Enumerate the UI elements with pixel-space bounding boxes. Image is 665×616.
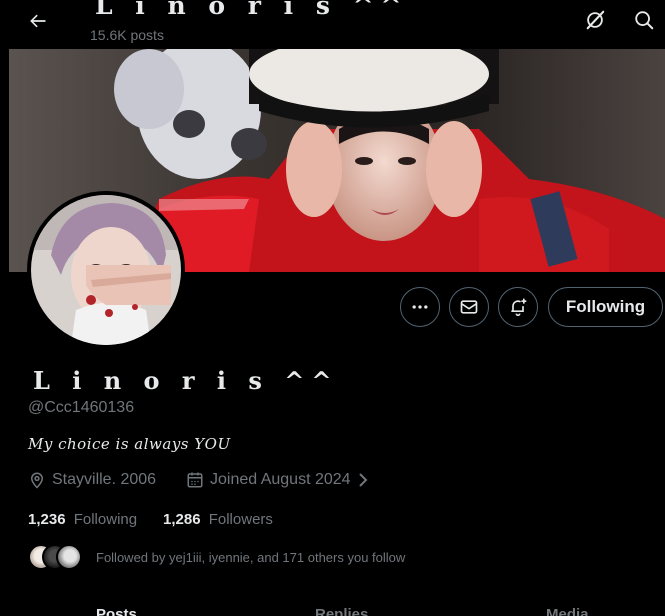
following-count: 1,236 bbox=[28, 511, 66, 528]
location-pin-icon bbox=[30, 472, 44, 489]
header-title: L i n o r i s ^^ bbox=[95, 0, 409, 20]
mutual-avatar bbox=[56, 544, 82, 570]
bell-plus-icon bbox=[511, 298, 527, 317]
back-arrow-icon bbox=[30, 14, 46, 28]
profile-location: Stayville. 2006 bbox=[28, 471, 156, 489]
calendar-icon bbox=[187, 472, 203, 488]
followers-stat[interactable]: 1,286 Followers bbox=[163, 511, 273, 528]
profile-joined[interactable]: Joined August 2024 bbox=[186, 471, 375, 489]
search-icon bbox=[635, 11, 654, 30]
header-posts-count: 15.6K posts bbox=[90, 27, 164, 43]
followed-by-text: Followed by yej1iii, iyennie, and 171 ot… bbox=[96, 549, 406, 565]
profile-tabs: Posts Replies Media bbox=[0, 598, 665, 616]
tab-media[interactable]: Media bbox=[546, 606, 589, 616]
following-button[interactable]: Following bbox=[548, 287, 663, 327]
followers-count: 1,286 bbox=[163, 511, 201, 528]
location-text: Stayville. 2006 bbox=[52, 471, 157, 488]
followed-by[interactable]: Followed by yej1iii, iyennie, and 171 ot… bbox=[28, 544, 405, 570]
tab-posts[interactable]: Posts bbox=[96, 606, 137, 616]
notifications-button[interactable] bbox=[498, 287, 538, 327]
top-bar: L i n o r i s ^^ 15.6K posts bbox=[0, 0, 665, 49]
tab-replies[interactable]: Replies bbox=[315, 606, 368, 616]
grok-icon bbox=[586, 10, 605, 30]
profile-handle: @Ccc1460136 bbox=[28, 399, 135, 416]
more-options-button[interactable] bbox=[400, 287, 440, 327]
more-icon bbox=[412, 305, 428, 309]
chevron-right-icon bbox=[358, 473, 367, 487]
mail-icon bbox=[460, 300, 478, 314]
following-stat[interactable]: 1,236 Following bbox=[28, 511, 137, 528]
profile-name: L i n o r i s ^^ bbox=[33, 366, 339, 395]
profile-avatar[interactable] bbox=[27, 191, 185, 349]
following-label: Following bbox=[73, 511, 138, 528]
profile-bio: My choice is always YOU bbox=[28, 435, 231, 453]
followers-label: Followers bbox=[208, 511, 273, 528]
grok-button[interactable] bbox=[580, 5, 610, 35]
search-button[interactable] bbox=[629, 5, 659, 35]
message-button[interactable] bbox=[449, 287, 489, 327]
joined-text: Joined August 2024 bbox=[210, 471, 351, 488]
back-button[interactable] bbox=[22, 5, 54, 37]
